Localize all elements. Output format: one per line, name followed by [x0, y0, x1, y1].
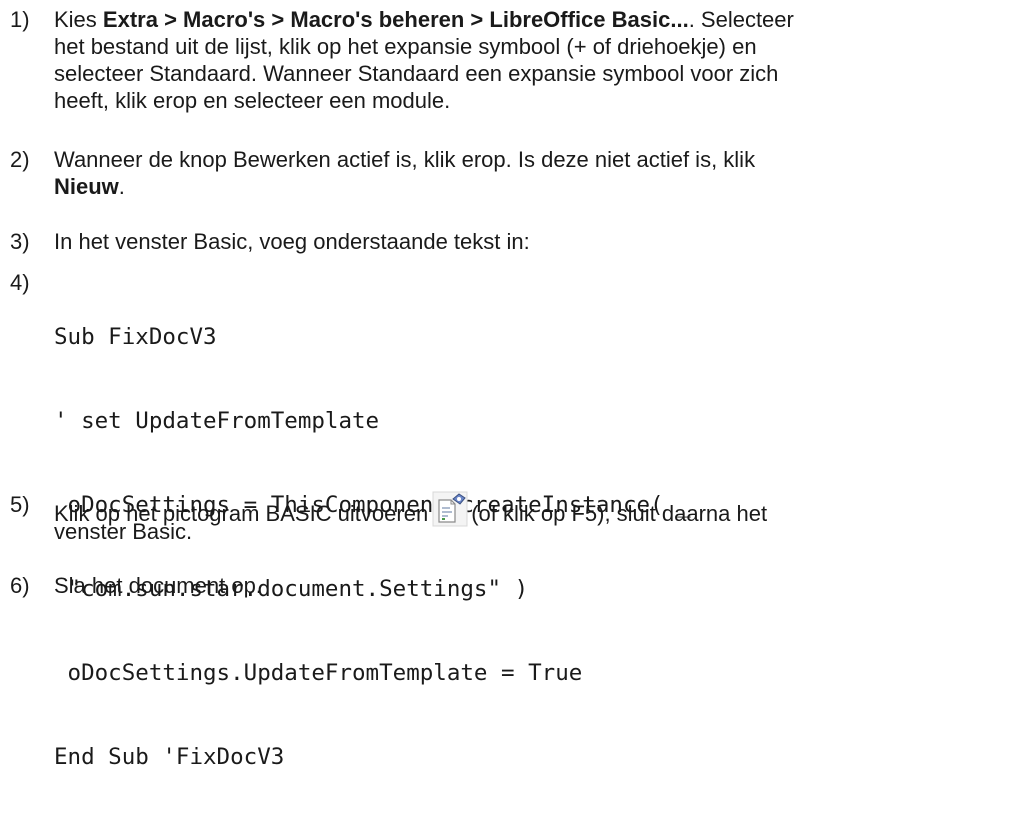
step-line: selecteer Standaard. Wanneer Standaard e…: [54, 61, 779, 86]
code-line: Sub FixDocV3: [54, 324, 217, 350]
step-line: Nieuw.: [54, 173, 1034, 200]
text-run: . Selecteer: [688, 7, 794, 32]
step-text: In het venster Basic, voeg onderstaande …: [54, 228, 1034, 255]
step-number: 3): [10, 229, 30, 254]
code-line: ' set UpdateFromTemplate: [54, 408, 380, 434]
step-line: Sla het document op.: [54, 573, 262, 598]
step-line: Kies Extra > Macro's > Macro's beheren >…: [54, 6, 1034, 33]
step-number: 4): [10, 270, 30, 295]
step-number: 6): [10, 573, 30, 598]
step-line: Klik op het pictogram BASIC uitvoeren (o…: [54, 491, 1034, 527]
text-run: Kies: [54, 7, 103, 32]
step-line: het bestand uit de lijst, klik op het ex…: [54, 34, 757, 59]
basic-run-icon: [432, 491, 468, 527]
document-page: 1) Kies Extra > Macro's > Macro's behere…: [0, 0, 1034, 770]
text-run: .: [118, 174, 125, 199]
step-number: 1): [10, 7, 30, 32]
step-text: Klik op het pictogram BASIC uitvoeren (o…: [54, 491, 1034, 545]
step-line: Wanneer de knop Bewerken actief is, klik…: [54, 147, 756, 172]
button-name: Nieuw: [54, 174, 119, 199]
step-line: In het venster Basic, voeg onderstaande …: [54, 229, 530, 254]
code-line: oDocSettings.UpdateFromTemplate = True: [54, 660, 583, 686]
menu-path: Extra > Macro's > Macro's beheren > Libr…: [102, 7, 689, 32]
step-number: 2): [10, 147, 30, 172]
code-line: End Sub 'FixDocV3: [54, 744, 285, 770]
text-run: (of klik op F5), sluit daarna het: [471, 501, 768, 526]
step-text: Wanneer de knop Bewerken actief is, klik…: [54, 146, 1034, 200]
code-block: Sub FixDocV3 ' set UpdateFromTemplate oD…: [54, 267, 691, 827]
step-text: Sla het document op.: [54, 572, 1034, 599]
step-number: 5): [10, 492, 30, 517]
step-text: Kies Extra > Macro's > Macro's beheren >…: [54, 6, 1034, 114]
step-line: heeft, klik erop en selecteer een module…: [54, 88, 451, 113]
